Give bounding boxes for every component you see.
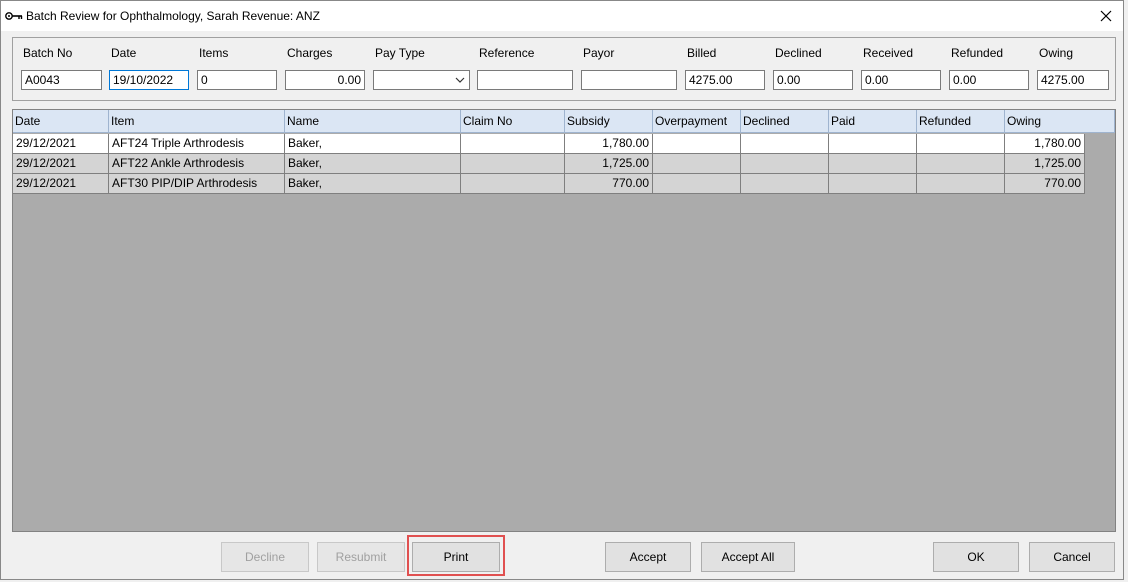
cell-subsidy: 1,725.00 [565, 154, 653, 174]
cell-paid [829, 174, 917, 194]
declined-field[interactable]: 0.00 [773, 70, 853, 90]
cell-date: 29/12/2021 [13, 134, 109, 154]
batch-summary-panel: Batch No Date Items Charges Pay Type Ref… [12, 37, 1116, 101]
batch-no-label: Batch No [23, 46, 73, 60]
column-header-date[interactable]: Date [13, 110, 109, 133]
reference-label: Reference [479, 46, 535, 60]
payor-field[interactable] [581, 70, 677, 90]
cell-item: AFT22 Ankle Arthrodesis [109, 154, 285, 174]
cell-claim-no [461, 154, 565, 174]
accept-button[interactable]: Accept [605, 542, 691, 572]
cell-name: Baker, [285, 154, 461, 174]
cell-name: Baker, [285, 174, 461, 194]
items-field[interactable]: 0 [197, 70, 277, 90]
cell-owing: 1,725.00 [1005, 154, 1085, 174]
date-field[interactable]: 19/10/2022 [109, 70, 189, 90]
cell-item: AFT24 Triple Arthrodesis [109, 134, 285, 154]
received-field[interactable]: 0.00 [861, 70, 941, 90]
billed-label: Billed [687, 46, 717, 60]
received-label: Received [863, 46, 914, 60]
table-row[interactable]: 29/12/2021 AFT30 PIP/DIP Arthrodesis Bak… [13, 174, 1085, 194]
column-header-overpayment[interactable]: Overpayment [653, 110, 741, 133]
pay-type-label: Pay Type [375, 46, 425, 60]
refunded-field[interactable]: 0.00 [949, 70, 1029, 90]
batch-no-field[interactable]: A0043 [21, 70, 102, 90]
column-header-claim-no[interactable]: Claim No [461, 110, 565, 133]
resubmit-button[interactable]: Resubmit [317, 542, 405, 572]
cell-claim-no [461, 174, 565, 194]
refunded-label: Refunded [951, 46, 1004, 60]
close-icon [1100, 10, 1112, 22]
column-header-item[interactable]: Item [109, 110, 285, 133]
cell-subsidy: 770.00 [565, 174, 653, 194]
column-header-refunded[interactable]: Refunded [917, 110, 1005, 133]
cell-overpayment [653, 174, 741, 194]
cell-date: 29/12/2021 [13, 154, 109, 174]
cell-item: AFT30 PIP/DIP Arthrodesis [109, 174, 285, 194]
declined-label: Declined [775, 46, 822, 60]
grid-header: Date Item Name Claim No Subsidy Overpaym… [13, 110, 1115, 133]
owing-label: Owing [1039, 46, 1074, 60]
cell-refunded [917, 154, 1005, 174]
cell-date: 29/12/2021 [13, 174, 109, 194]
column-header-paid[interactable]: Paid [829, 110, 917, 133]
cell-refunded [917, 134, 1005, 154]
cell-refunded [917, 174, 1005, 194]
cell-subsidy: 1,780.00 [565, 134, 653, 154]
cell-claim-no [461, 134, 565, 154]
cell-paid [829, 134, 917, 154]
column-header-name[interactable]: Name [285, 110, 461, 133]
pay-type-select[interactable] [373, 70, 470, 90]
owing-field[interactable]: 4275.00 [1037, 70, 1109, 90]
column-header-declined[interactable]: Declined [741, 110, 829, 133]
table-row[interactable]: 29/12/2021 AFT24 Triple Arthrodesis Bake… [13, 134, 1085, 154]
decline-button[interactable]: Decline [221, 542, 309, 572]
title-bar: Batch Review for Ophthalmology, Sarah Re… [1, 1, 1123, 31]
table-row[interactable]: 29/12/2021 AFT22 Ankle Arthrodesis Baker… [13, 154, 1085, 174]
batch-items-grid[interactable]: Date Item Name Claim No Subsidy Overpaym… [12, 109, 1116, 532]
items-label: Items [199, 46, 229, 60]
ok-button[interactable]: OK [933, 542, 1019, 572]
cell-overpayment [653, 154, 741, 174]
accept-all-button[interactable]: Accept All [701, 542, 795, 572]
reference-field[interactable] [477, 70, 573, 90]
cancel-button[interactable]: Cancel [1029, 542, 1115, 572]
print-button[interactable]: Print [412, 542, 500, 572]
cell-declined [741, 134, 829, 154]
payor-label: Payor [583, 46, 615, 60]
cell-overpayment [653, 134, 741, 154]
batch-review-window: Batch Review for Ophthalmology, Sarah Re… [0, 0, 1124, 580]
charges-label: Charges [287, 46, 333, 60]
column-header-owing[interactable]: Owing [1005, 110, 1115, 133]
cell-name: Baker, [285, 134, 461, 154]
billed-field[interactable]: 4275.00 [685, 70, 765, 90]
cell-declined [741, 174, 829, 194]
date-label: Date [111, 46, 137, 60]
close-button[interactable] [1095, 5, 1117, 27]
cell-paid [829, 154, 917, 174]
cell-declined [741, 154, 829, 174]
window-title: Batch Review for Ophthalmology, Sarah Re… [26, 9, 320, 23]
cell-owing: 1,780.00 [1005, 134, 1085, 154]
cell-owing: 770.00 [1005, 174, 1085, 194]
charges-field[interactable]: 0.00 [285, 70, 365, 90]
chevron-down-icon [455, 77, 465, 83]
key-icon [3, 1, 25, 31]
column-header-subsidy[interactable]: Subsidy [565, 110, 653, 133]
